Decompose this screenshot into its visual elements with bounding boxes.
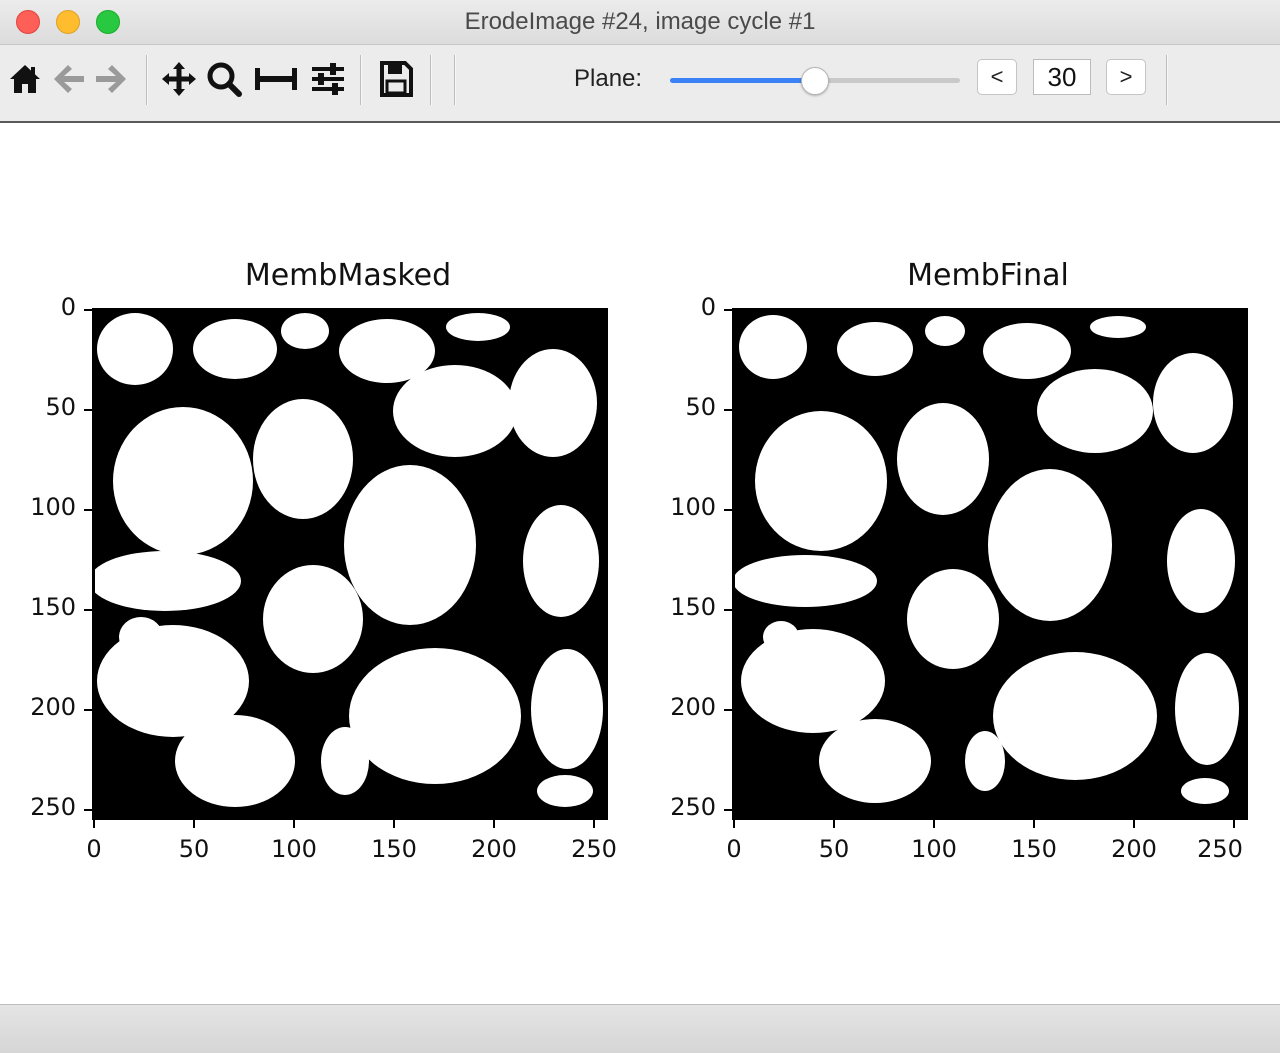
x-tick-label: 250 [571,835,617,863]
x-tick-label: 150 [371,835,417,863]
plot-title-membfinal: MembFinal [907,258,1069,293]
plot-title-membmasked: MembMasked [244,258,452,293]
toolbar-separator [146,55,148,105]
next-plane-button[interactable]: > [1106,59,1146,95]
forward-arrow-icon [96,65,126,93]
plane-label: Plane: [574,65,643,92]
back-button[interactable] [50,57,88,101]
pan-button[interactable] [160,57,198,101]
navigation-toolbar: Plane: < 30 > [0,45,1280,123]
configure-button[interactable] [308,57,348,101]
home-icon [10,65,40,93]
y-tick-label: 0 [60,293,76,321]
y-tick-mark [724,809,732,811]
save-floppy-icon [380,61,413,97]
y-tick-mark [84,709,92,711]
plane-slider-fill [670,78,815,83]
toolbar-separator [1166,55,1168,105]
x-tick-label: 100 [911,835,957,863]
window-title-bar: ErodeImage #24, image cycle #1 [0,0,1280,45]
y-tick-mark [724,709,732,711]
zoom-magnifier-icon [207,62,242,97]
back-arrow-icon [54,65,84,93]
zoom-button[interactable] [204,57,244,101]
x-tick-label: 150 [1011,835,1057,863]
y-tick-label: 200 [30,693,76,721]
x-tick-mark [933,820,935,828]
toolbar-separator [430,55,432,105]
x-tick-label: 0 [726,835,742,863]
toolbar-separator [360,55,362,105]
x-tick-mark [1133,820,1135,828]
x-tick-label: 200 [1111,835,1157,863]
x-tick-mark [733,820,735,828]
y-tick-label: 200 [670,693,716,721]
x-tick-mark [293,820,295,828]
x-tick-mark [193,820,195,828]
configure-sliders-icon [312,63,344,95]
toolbar-separator [454,55,456,105]
x-tick-mark [1033,820,1035,828]
membmasked-image[interactable] [92,308,608,820]
previous-plane-button[interactable]: < [977,59,1017,95]
x-tick-mark [493,820,495,828]
save-button[interactable] [376,57,416,101]
membfinal-image[interactable] [732,308,1248,820]
y-tick-label: 50 [45,393,76,421]
x-tick-mark [1233,820,1235,828]
y-tick-label: 100 [670,493,716,521]
plane-slider-thumb[interactable] [801,67,829,95]
pan-move-icon [162,62,196,96]
x-tick-mark [833,820,835,828]
y-tick-mark [84,409,92,411]
y-tick-label: 250 [670,793,716,821]
figure-canvas[interactable]: MembMasked 0 50 100 150 200 250 0 50 100… [0,123,1280,1003]
y-tick-mark [84,609,92,611]
window-title: ErodeImage #24, image cycle #1 [464,8,816,35]
y-tick-label: 250 [30,793,76,821]
plane-number-field[interactable]: 30 [1033,59,1091,95]
x-tick-label: 200 [471,835,517,863]
y-tick-mark [84,809,92,811]
home-button[interactable] [6,57,44,101]
subplots-adjust-icon [255,68,297,90]
x-tick-label: 100 [271,835,317,863]
y-tick-mark [724,609,732,611]
x-tick-label: 50 [178,835,210,863]
y-tick-mark [724,509,732,511]
x-tick-label: 50 [818,835,850,863]
x-tick-mark [93,820,95,828]
subplots-button[interactable] [252,57,300,101]
x-tick-mark [593,820,595,828]
y-tick-label: 150 [670,593,716,621]
x-tick-mark [393,820,395,828]
y-tick-label: 150 [30,593,76,621]
y-tick-label: 100 [30,493,76,521]
y-tick-mark [84,509,92,511]
x-tick-label: 250 [1197,835,1243,863]
y-tick-mark [84,309,92,311]
y-tick-label: 0 [700,293,716,321]
y-tick-label: 50 [685,393,716,421]
plane-slider[interactable] [670,67,960,95]
forward-button[interactable] [92,57,130,101]
y-tick-mark [724,309,732,311]
y-tick-mark [724,409,732,411]
status-bar [0,1004,1280,1053]
x-tick-label: 0 [86,835,102,863]
